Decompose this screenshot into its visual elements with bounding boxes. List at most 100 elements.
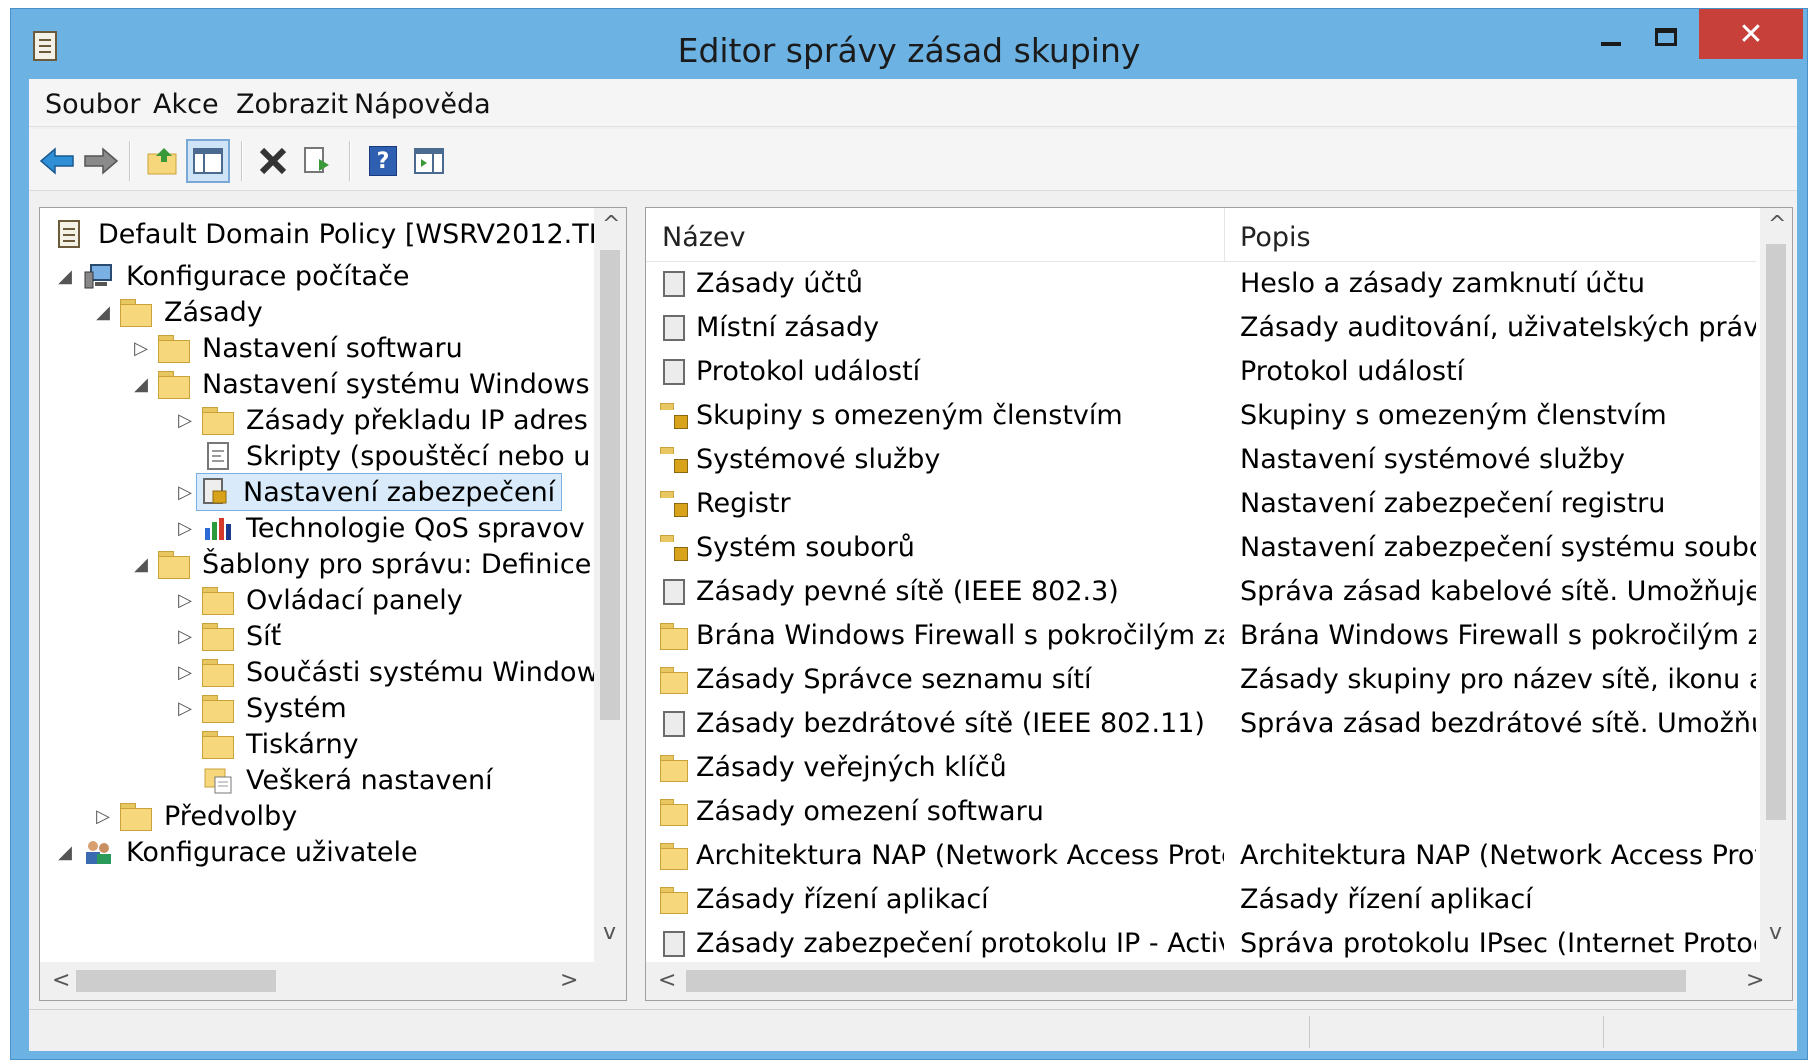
tree-item-veskera-nastaveni[interactable]: Veškerá nastavení: [174, 760, 493, 800]
selected-tree-node[interactable]: Nastavení zabezpečení: [196, 473, 563, 511]
scroll-down-arrow-icon[interactable]: v: [603, 920, 616, 945]
collapse-arrow-icon[interactable]: ◢: [130, 374, 152, 395]
list-item[interactable]: Zásady zabezpečení protokolu IP - Active…: [646, 922, 1756, 962]
list-item-desc: Brána Windows Firewall s pokročilým zabe…: [1240, 620, 1756, 651]
list-item[interactable]: Zásady Správce seznamu sítí Zásady skupi…: [646, 658, 1756, 702]
expand-arrow-icon[interactable]: ▷: [174, 410, 196, 431]
menu-akce[interactable]: Akce: [153, 89, 219, 120]
scroll-left-arrow-icon[interactable]: <: [658, 968, 676, 993]
scroll-left-arrow-icon[interactable]: <: [52, 968, 70, 993]
show-hide-console-tree-button[interactable]: [186, 139, 230, 183]
list-item[interactable]: Systém souborů Nastavení zabezpečení sys…: [646, 526, 1756, 570]
list-item-desc: Správa zásad kabelové sítě. Umožňuje spr…: [1240, 576, 1756, 607]
column-header-nazev[interactable]: Název: [662, 222, 746, 253]
list-item[interactable]: Zásady omezení softwaru: [646, 790, 1756, 834]
list-item-name: Zásady Správce seznamu sítí: [696, 664, 1092, 695]
tree-item-nastaveni-softwaru[interactable]: ▷ Nastavení softwaru: [130, 328, 463, 368]
tree-item-konfigurace-uzivatele[interactable]: ◢ Konfigurace uživatele: [54, 832, 417, 872]
expand-arrow-icon[interactable]: ▷: [174, 518, 196, 539]
list-header: Název Popis: [646, 208, 1756, 262]
list-vertical-scrollbar[interactable]: ^ v: [1760, 208, 1792, 962]
tree-item-default-domain-policy[interactable]: Default Domain Policy [WSRV2012.TEST: [48, 214, 595, 254]
tree-item-system[interactable]: ▷ Systém: [174, 688, 347, 728]
list-item-name: Zásady veřejných klíčů: [696, 752, 1007, 783]
list-item[interactable]: Protokol událostí Protokol událostí: [646, 350, 1756, 394]
scroll-right-arrow-icon[interactable]: >: [560, 968, 578, 993]
list-item[interactable]: Architektura NAP (Network Access Prote..…: [646, 834, 1756, 878]
tree-vertical-scrollbar[interactable]: ^ v: [594, 208, 626, 962]
tree-item-zasady-prekladu-ip[interactable]: ▷ Zásady překladu IP adres: [174, 400, 588, 440]
expand-arrow-icon[interactable]: ▷: [174, 590, 196, 611]
tree-item-technologie-qos[interactable]: ▷ Technologie QoS spravov: [174, 508, 585, 548]
up-one-level-button[interactable]: [141, 139, 185, 183]
collapse-arrow-icon[interactable]: ◢: [54, 842, 76, 863]
list-item-name: Zásady účtů: [696, 268, 864, 299]
list-item[interactable]: Brána Windows Firewall s pokročilým zab.…: [646, 614, 1756, 658]
title-bar[interactable]: Editor správy zásad skupiny ✕: [11, 9, 1807, 89]
list-item-desc: Zásady auditování, uživatelských práv a …: [1240, 312, 1756, 343]
list-item[interactable]: Zásady pevné sítě (IEEE 802.3) Správa zá…: [646, 570, 1756, 614]
export-list-button[interactable]: [295, 139, 339, 183]
tree-horizontal-scrollbar[interactable]: < >: [40, 962, 626, 1000]
menu-zobrazit[interactable]: Zobrazit: [236, 89, 348, 120]
collapse-arrow-icon[interactable]: ◢: [130, 554, 152, 575]
tree-item-nastaveni-zabezpeceni[interactable]: ▷ Nastavení zabezpečení: [174, 472, 563, 512]
scroll-thumb[interactable]: [1766, 244, 1786, 820]
back-button[interactable]: [35, 139, 79, 183]
column-header-popis[interactable]: Popis: [1240, 222, 1311, 253]
expand-arrow-icon[interactable]: ▷: [130, 338, 152, 359]
tree-item-sablony-pro-spravu[interactable]: ◢ Šablony pro správu: Definice: [130, 544, 591, 584]
list-item[interactable]: Zásady účtů Heslo a zásady zamknutí účtu: [646, 262, 1756, 306]
security-icon: [199, 477, 231, 507]
tree-item-ovladaci-panely[interactable]: ▷ Ovládací panely: [174, 580, 463, 620]
list-item[interactable]: Zásady veřejných klíčů: [646, 746, 1756, 790]
folder-icon: [658, 665, 690, 695]
list-horizontal-scrollbar[interactable]: < >: [646, 962, 1792, 1000]
close-button[interactable]: ✕: [1699, 9, 1803, 59]
tree-item-zasady[interactable]: ◢ Zásady: [92, 292, 263, 332]
expand-arrow-icon[interactable]: ▷: [174, 482, 196, 503]
client-area: Soubor Akce Zobrazit Nápověda ? Default …: [29, 79, 1797, 1051]
scroll-thumb[interactable]: [686, 970, 1686, 992]
close-icon: ✕: [1738, 16, 1764, 52]
tree-item-soucasti-systemu-windows[interactable]: ▷ Součásti systému Window: [174, 652, 595, 692]
forward-button[interactable]: [79, 139, 123, 183]
tree-item-nastaveni-systemu-windows[interactable]: ◢ Nastavení systému Windows: [130, 364, 589, 404]
collapse-arrow-icon[interactable]: ◢: [54, 266, 76, 287]
show-action-pane-button[interactable]: [407, 139, 451, 183]
list-item[interactable]: Místní zásady Zásady auditování, uživate…: [646, 306, 1756, 350]
list-item[interactable]: Registr Nastavení zabezpečení registru: [646, 482, 1756, 526]
console-tree[interactable]: Default Domain Policy [WSRV2012.TEST ◢ K…: [39, 207, 627, 1001]
scroll-thumb[interactable]: [76, 970, 276, 992]
list-item[interactable]: Zásady bezdrátové sítě (IEEE 802.11) Spr…: [646, 702, 1756, 746]
tree-item-sit[interactable]: ▷ Síť: [174, 616, 281, 656]
tree-item-predvolby[interactable]: ▷ Předvolby: [92, 796, 297, 836]
details-list[interactable]: Název Popis Zásady účtů Heslo a zásady z…: [645, 207, 1793, 1001]
menu-napoveda[interactable]: Nápověda: [354, 89, 491, 120]
menu-soubor[interactable]: Soubor: [45, 89, 141, 120]
tree-item-label: Zásady: [164, 296, 263, 328]
tree-item-konfigurace-pocitace[interactable]: ◢ Konfigurace počítače: [54, 256, 409, 296]
list-item[interactable]: Systémové služby Nastavení systémové slu…: [646, 438, 1756, 482]
list-item[interactable]: Zásady řízení aplikací Zásady řízení apl…: [646, 878, 1756, 922]
scroll-up-arrow-icon[interactable]: ^: [1768, 212, 1786, 237]
main-window: Editor správy zásad skupiny ✕ Soubor Akc…: [10, 8, 1808, 1060]
expand-arrow-icon[interactable]: ▷: [174, 662, 196, 683]
scroll-up-arrow-icon[interactable]: ^: [602, 212, 620, 237]
maximize-button[interactable]: [1631, 11, 1701, 63]
column-divider[interactable]: [1224, 208, 1225, 262]
scroll-right-arrow-icon[interactable]: >: [1746, 968, 1764, 993]
collapse-arrow-icon[interactable]: ◢: [92, 302, 114, 323]
tree-item-tiskarny[interactable]: Tiskárny: [174, 724, 359, 764]
help-button[interactable]: ?: [361, 139, 405, 183]
scroll-thumb[interactable]: [600, 250, 620, 720]
list-item[interactable]: Skupiny s omezeným členstvím Skupiny s o…: [646, 394, 1756, 438]
folder-icon: [658, 621, 690, 651]
delete-button[interactable]: [251, 139, 295, 183]
scroll-down-arrow-icon[interactable]: v: [1769, 920, 1782, 945]
status-divider: [1309, 1016, 1310, 1048]
expand-arrow-icon[interactable]: ▷: [92, 806, 114, 827]
expand-arrow-icon[interactable]: ▷: [174, 698, 196, 719]
tree-item-skripty[interactable]: Skripty (spouštěcí nebo u: [174, 436, 590, 476]
expand-arrow-icon[interactable]: ▷: [174, 626, 196, 647]
